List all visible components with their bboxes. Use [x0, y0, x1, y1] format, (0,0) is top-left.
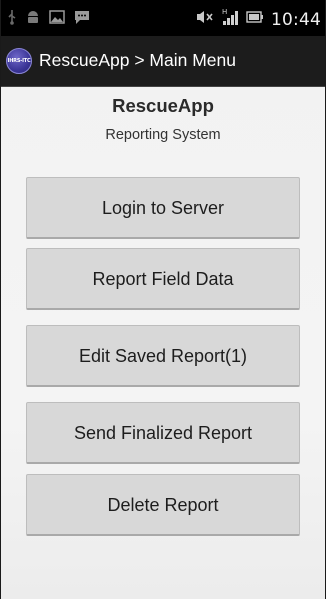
edit-saved-report-button[interactable]: Edit Saved Report(1) — [26, 325, 300, 387]
mute-icon — [196, 9, 214, 30]
delete-report-button[interactable]: Delete Report — [26, 474, 300, 536]
usb-debug-icon — [7, 9, 17, 30]
app-screen: H 10:44 IHRS-ITC RescueApp > Main Menu R… — [0, 0, 326, 599]
report-field-data-button[interactable]: Report Field Data — [26, 248, 300, 310]
signal-icon: H — [221, 7, 239, 32]
app-logo[interactable]: IHRS-ITC — [6, 48, 32, 74]
action-bar: IHRS-ITC RescueApp > Main Menu — [1, 36, 325, 87]
clock: 10:44 — [271, 9, 321, 30]
action-bar-title: RescueApp > Main Menu — [39, 50, 236, 70]
app-subtitle: Reporting System — [105, 127, 221, 143]
android-icon — [26, 9, 40, 30]
status-bar: H 10:44 — [1, 0, 325, 36]
login-button[interactable]: Login to Server — [26, 177, 300, 239]
app-name: RescueApp — [112, 95, 214, 116]
system-icons: H 10:44 — [196, 7, 321, 32]
main-header: RescueApp Reporting System — [1, 95, 325, 143]
send-finalized-report-button[interactable]: Send Finalized Report — [26, 402, 300, 464]
network-type-label: H — [222, 8, 227, 16]
battery-icon — [246, 10, 264, 29]
notification-icons — [7, 9, 90, 30]
chat-icon — [74, 9, 90, 30]
image-icon — [49, 10, 65, 29]
